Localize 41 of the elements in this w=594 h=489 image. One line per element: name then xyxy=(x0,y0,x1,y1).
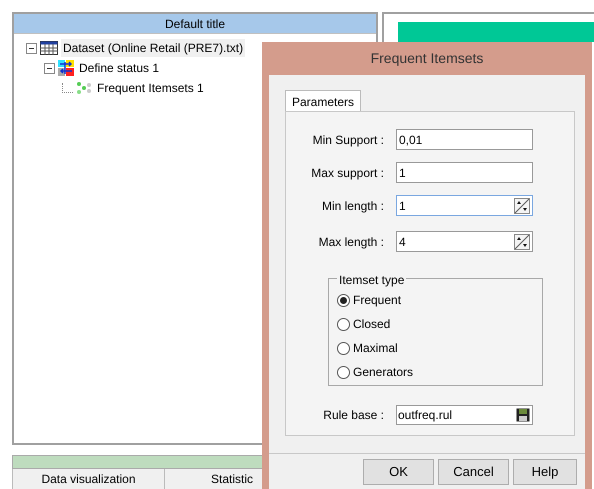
field-label: Min length : xyxy=(320,198,385,214)
rule-base-field[interactable]: outfreq.rul xyxy=(396,405,533,425)
tree-item[interactable]: Define status 1 xyxy=(77,59,162,77)
bottom-tab[interactable]: Data visualization xyxy=(12,469,164,489)
radio-option[interactable]: Generators xyxy=(337,363,542,381)
radio-button[interactable] xyxy=(337,294,350,306)
dialog-title: Frequent Itemsets xyxy=(370,49,484,68)
radio-option[interactable]: Frequent xyxy=(337,291,542,309)
radio-option[interactable]: Maximal xyxy=(337,339,542,357)
tab[interactable]: Parameters xyxy=(285,90,362,112)
collapse-icon[interactable] xyxy=(26,42,37,54)
dialog-button[interactable]: Cancel xyxy=(438,458,509,484)
dialog-button[interactable]: Help xyxy=(513,458,577,484)
spin-field[interactable]: 1 xyxy=(396,195,533,216)
dialog-button[interactable]: OK xyxy=(363,458,434,484)
radio-button[interactable] xyxy=(337,366,350,378)
radio-option[interactable]: Closed xyxy=(337,315,542,333)
save-icon[interactable] xyxy=(516,408,530,422)
field-value: 1 xyxy=(399,198,406,214)
input-field[interactable]: 0,01 xyxy=(396,129,533,150)
radio-button[interactable] xyxy=(337,342,350,354)
spinner-icon[interactable] xyxy=(514,198,530,214)
spin-field[interactable]: 4 xyxy=(396,231,533,252)
radio-button[interactable] xyxy=(337,318,350,330)
field-label: Max support : xyxy=(310,164,385,182)
spinner-icon[interactable] xyxy=(514,234,530,250)
field-value: outfreq.rul xyxy=(398,407,452,424)
field-value: 0,01 xyxy=(399,132,422,148)
itemset-icon xyxy=(76,81,92,95)
field-label: Min Support : xyxy=(312,132,385,148)
arrows-icon xyxy=(58,60,74,76)
field-value: 4 xyxy=(399,234,406,250)
panel-title: Default title xyxy=(14,14,376,34)
tree-item[interactable]: Frequent Itemsets 1 xyxy=(95,79,206,97)
field-label: Max length : xyxy=(318,234,385,250)
tree-item[interactable]: Dataset (Online Retail (PRE7).txt) xyxy=(61,39,246,57)
field-value: 1 xyxy=(399,164,406,182)
input-field[interactable]: 1 xyxy=(396,162,533,183)
collapse-icon[interactable] xyxy=(44,62,55,74)
table-icon xyxy=(40,41,58,55)
field-label: Rule base : xyxy=(322,407,385,424)
